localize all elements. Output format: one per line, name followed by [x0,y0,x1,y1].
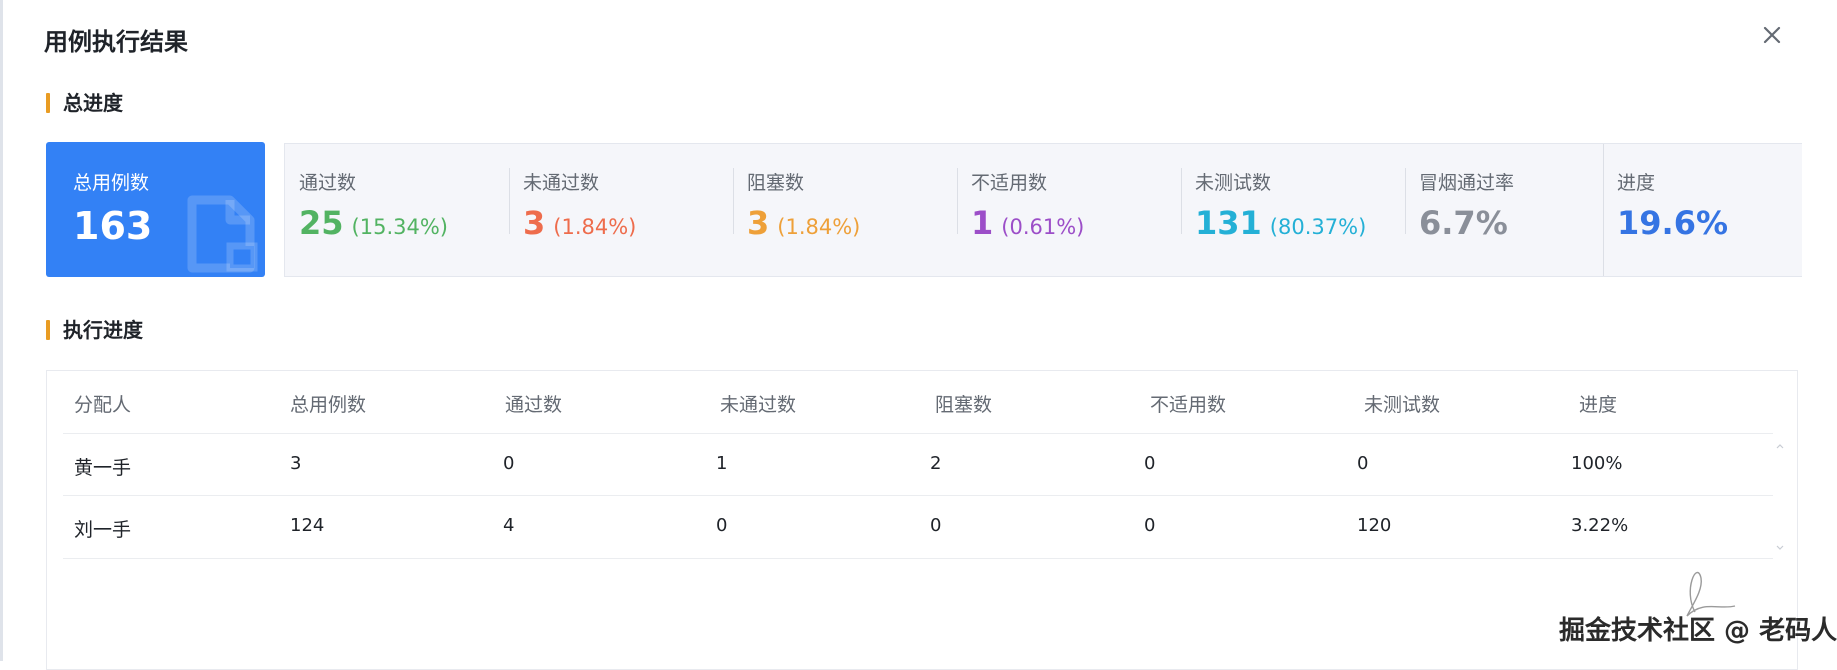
cell-untested: 0 [1357,453,1369,474]
column-header-total[interactable]: 总用例数 [290,390,366,417]
column-header-not-applicable[interactable]: 不适用数 [1150,390,1226,417]
stat-value-group: 131 (80.37%) [1195,204,1366,242]
stat-failed: 未通过数 3 (1.84%) [509,144,733,276]
total-cases-value: 163 [73,204,153,248]
total-cases-label: 总用例数 [73,172,150,194]
column-header-assignee[interactable]: 分配人 [74,390,131,417]
stat-percent: (15.34%) [351,215,448,239]
stat-value-group: 1 (0.61%) [971,204,1084,242]
stat-label: 通过数 [299,172,357,194]
watermark-text: 掘金技术社区 @ 老码人 [1559,616,1837,646]
stat-value: 3 [523,204,546,242]
cell-total: 124 [290,515,325,536]
stat-percent: (1.84%) [553,215,637,239]
stat-label: 阻塞数 [747,172,805,194]
execution-result-dialog: 用例执行结果 总进度 总用例数 163 通过数 25 (15.34%) 未通过数 [0,0,1837,670]
table-header: 分配人 总用例数 通过数 未通过数 阻塞数 不适用数 未测试数 进度 [47,371,1797,433]
cell-progress: 3.22% [1571,515,1629,536]
stat-label: 进度 [1617,172,1656,194]
stat-label: 未通过数 [523,172,600,194]
stat-untested: 未测试数 131 (80.37%) [1181,144,1405,276]
stat-label: 冒烟通过率 [1419,172,1515,194]
total-cases-card: 总用例数 163 [46,142,265,277]
document-icon [187,195,258,273]
cell-assignee: 黄一手 [74,457,132,479]
column-header-progress[interactable]: 进度 [1579,390,1617,417]
stat-value-group: 19.6% [1617,204,1728,242]
close-icon [1763,26,1781,44]
cell-not-applicable: 0 [1144,453,1156,474]
stat-percent: (80.37%) [1269,215,1367,239]
stat-value-group: 3 (1.84%) [523,204,636,242]
stat-value: 19.6% [1617,204,1729,242]
cell-blocked: 2 [930,453,942,474]
section-title-execution: 执行进度 [46,319,143,341]
cell-assignee: 刘一手 [74,519,132,541]
stat-progress: 进度 19.6% [1603,144,1801,276]
cell-passed: 0 [503,453,515,474]
stat-value: 131 [1195,204,1262,242]
stat-smoke-pass-rate: 冒烟通过率 6.7% [1405,144,1603,276]
table-row[interactable]: 黄一手 3 0 1 2 0 0 100% [63,433,1773,496]
stat-value-group: 25 (15.34%) [299,204,448,242]
column-header-blocked[interactable]: 阻塞数 [935,390,992,417]
cell-passed: 4 [503,515,515,536]
cell-untested: 120 [1357,515,1392,536]
cell-blocked: 0 [930,515,942,536]
stat-value-group: 6.7% [1419,204,1508,242]
stat-value: 6.7% [1419,204,1508,242]
cell-total: 3 [290,453,302,474]
close-button[interactable] [1757,20,1787,50]
dialog-title: 用例执行结果 [44,28,188,56]
stat-passed: 通过数 25 (15.34%) [285,144,509,276]
stat-percent: (0.61%) [1001,215,1085,239]
table-row[interactable]: 刘一手 124 4 0 0 0 120 3.22% [63,495,1773,559]
column-header-failed[interactable]: 未通过数 [720,390,796,417]
stat-label: 未测试数 [1195,172,1272,194]
stat-value: 3 [747,204,770,242]
cell-not-applicable: 0 [1144,515,1156,536]
assignee-progress-table: 分配人 总用例数 通过数 未通过数 阻塞数 不适用数 未测试数 进度 黄一手 3… [46,370,1798,670]
column-header-untested[interactable]: 未测试数 [1364,390,1440,417]
stat-value: 25 [299,204,344,242]
column-header-passed[interactable]: 通过数 [505,390,562,417]
cell-progress: 100% [1571,453,1623,474]
stat-percent: (1.84%) [777,215,861,239]
section-title-overall: 总进度 [46,92,123,114]
stat-blocked: 阻塞数 3 (1.84%) [733,144,957,276]
stat-value-group: 3 (1.84%) [747,204,860,242]
stat-value: 1 [971,204,994,242]
scroll-up-arrow-icon[interactable] [1774,441,1786,451]
scroll-down-arrow-icon[interactable] [1774,543,1786,553]
stats-panel: 通过数 25 (15.34%) 未通过数 3 (1.84%) 阻塞数 3 (1.84%… [284,143,1802,277]
cell-failed: 0 [716,515,728,536]
cell-failed: 1 [716,453,728,474]
stat-label: 不适用数 [971,172,1048,194]
stat-not-applicable: 不适用数 1 (0.61%) [957,144,1181,276]
